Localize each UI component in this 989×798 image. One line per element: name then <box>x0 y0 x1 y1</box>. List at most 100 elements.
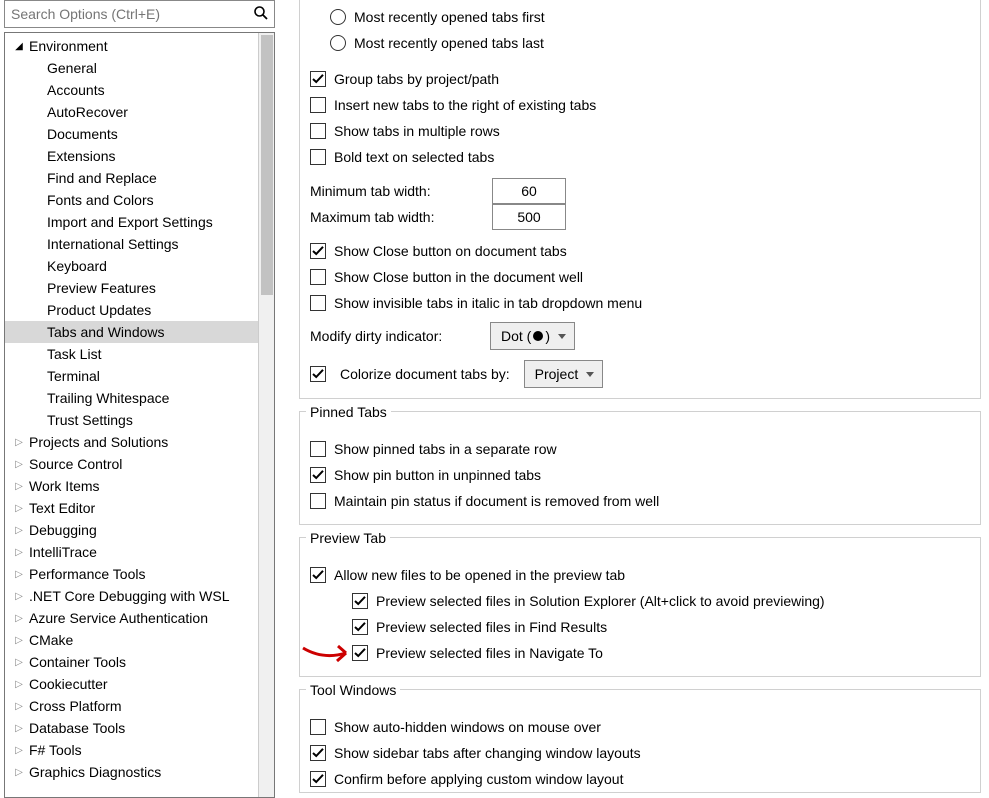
tree-item-label: Terminal <box>47 368 100 384</box>
chk-close-well[interactable] <box>310 269 326 285</box>
tree-item-terminal[interactable]: Terminal <box>5 365 258 387</box>
chk-maintain-pin[interactable] <box>310 493 326 509</box>
tree-item-trust-settings[interactable]: Trust Settings <box>5 409 258 431</box>
tree-item-trailing-whitespace[interactable]: Trailing Whitespace <box>5 387 258 409</box>
chk-bold-sel[interactable] <box>310 149 326 165</box>
tree-item-net-core-debugging-with-wsl[interactable]: ▷.NET Core Debugging with WSL <box>5 585 258 607</box>
tree-item-cmake[interactable]: ▷CMake <box>5 629 258 651</box>
tree-item-azure-service-authentication[interactable]: ▷Azure Service Authentication <box>5 607 258 629</box>
tree-item-cross-platform[interactable]: ▷Cross Platform <box>5 695 258 717</box>
tree-item-performance-tools[interactable]: ▷Performance Tools <box>5 563 258 585</box>
chevron-right-icon[interactable]: ▷ <box>13 745 25 756</box>
chk-close-doc[interactable] <box>310 243 326 259</box>
chk-pinned-separate[interactable] <box>310 441 326 457</box>
tree-item-import-and-export-settings[interactable]: Import and Export Settings <box>5 211 258 233</box>
tree-item-label: Graphics Diagnostics <box>29 764 161 780</box>
chk-invisible-italic[interactable] <box>310 295 326 311</box>
scroll-thumb[interactable] <box>261 35 273 295</box>
tree-item-graphics-diagnostics[interactable]: ▷ Graphics Diagnostics <box>5 761 258 783</box>
chevron-right-icon[interactable]: ▷ <box>13 613 25 624</box>
chevron-right-icon[interactable]: ▷ <box>13 591 25 602</box>
tree-item-label: Projects and Solutions <box>29 434 168 450</box>
chk-preview-find[interactable] <box>352 619 368 635</box>
options-tree: ◢EnvironmentGeneral Accounts AutoRecoverDo… <box>4 32 275 798</box>
chk-preview-sol[interactable] <box>352 593 368 609</box>
chevron-right-icon[interactable]: ▷ <box>13 657 25 668</box>
tree-item-f-tools[interactable]: ▷ F# Tools <box>5 739 258 761</box>
pinned-tabs-group: Pinned Tabs Show pinned tabs in a separa… <box>299 411 981 525</box>
chk-colorize[interactable] <box>310 366 326 382</box>
chevron-right-icon[interactable]: ▷ <box>13 547 25 558</box>
tree-item-preview-features[interactable]: Preview Features <box>5 277 258 299</box>
radio-tabs-last-label: Most recently opened tabs last <box>354 35 544 51</box>
search-input[interactable] <box>4 0 275 28</box>
chevron-right-icon[interactable]: ▷ <box>13 569 25 580</box>
tree-item-label: Debugging <box>29 522 97 538</box>
tree-item-international-settings[interactable]: International Settings <box>5 233 258 255</box>
document-tabs-group: Most recently opened tabs first Most rec… <box>299 0 981 399</box>
chk-auto-hidden[interactable] <box>310 719 326 735</box>
tree-item-autorecover[interactable]: AutoRecover <box>5 101 258 123</box>
chevron-right-icon[interactable]: ▷ <box>13 723 25 734</box>
dirty-indicator-label: Modify dirty indicator: <box>310 328 474 344</box>
chk-group-tabs[interactable] <box>310 71 326 87</box>
min-tab-width-input[interactable] <box>492 178 566 204</box>
tree-item-work-items[interactable]: ▷Work Items <box>5 475 258 497</box>
tree-item-task-list[interactable]: Task List <box>5 343 258 365</box>
dirty-indicator-select[interactable]: Dot () <box>490 322 575 350</box>
tree-item-fonts-and-colors[interactable]: Fonts and Colors <box>5 189 258 211</box>
chk-multi-rows-label: Show tabs in multiple rows <box>334 123 500 139</box>
chk-insert-right[interactable] <box>310 97 326 113</box>
tool-windows-group: Tool Windows Show auto-hidden windows on… <box>299 689 981 793</box>
chk-allow-preview[interactable] <box>310 567 326 583</box>
tree-item-label: Tabs and Windows <box>47 324 165 340</box>
tree-item-tabs-and-windows[interactable]: Tabs and Windows <box>5 321 258 343</box>
tree-item-intellitrace[interactable]: ▷ IntelliTrace <box>5 541 258 563</box>
chk-sidebar-tabs[interactable] <box>310 745 326 761</box>
chevron-right-icon[interactable]: ▷ <box>13 437 25 448</box>
tree-item-source-control[interactable]: ▷Source Control <box>5 453 258 475</box>
tree-scrollbar[interactable] <box>258 33 274 797</box>
colorize-select[interactable]: Project <box>524 360 604 388</box>
tree-item-keyboard[interactable]: Keyboard <box>5 255 258 277</box>
chevron-right-icon[interactable]: ▷ <box>13 503 25 514</box>
tree-item-projects-and-solutions[interactable]: ▷ Projects and Solutions <box>5 431 258 453</box>
tree-item-environment[interactable]: ◢Environment <box>5 35 258 57</box>
tree-item-debugging[interactable]: ▷ Debugging <box>5 519 258 541</box>
tree-item-label: IntelliTrace <box>29 544 97 560</box>
chk-confirm-layout[interactable] <box>310 771 326 787</box>
tree-item-database-tools[interactable]: ▷Database Tools <box>5 717 258 739</box>
tree-item-text-editor[interactable]: ▷Text Editor <box>5 497 258 519</box>
tree-item-label: Trust Settings <box>47 412 133 428</box>
max-tab-width-label: Maximum tab width: <box>310 209 474 225</box>
max-tab-width-input[interactable] <box>492 204 566 230</box>
tree-item-container-tools[interactable]: ▷Container Tools <box>5 651 258 673</box>
chk-pinned-separate-label: Show pinned tabs in a separate row <box>334 441 557 457</box>
chevron-right-icon[interactable]: ▷ <box>13 635 25 646</box>
chevron-right-icon[interactable]: ▷ <box>13 767 25 778</box>
chevron-down-icon[interactable]: ◢ <box>13 41 25 52</box>
chk-pin-unpinned[interactable] <box>310 467 326 483</box>
chk-sidebar-tabs-label: Show sidebar tabs after changing window … <box>334 745 641 761</box>
tree-item-accounts[interactable]: Accounts <box>5 79 258 101</box>
tree-item-label: Import and Export Settings <box>47 214 213 230</box>
chk-multi-rows[interactable] <box>310 123 326 139</box>
radio-tabs-first[interactable] <box>330 9 346 25</box>
chevron-right-icon[interactable]: ▷ <box>13 459 25 470</box>
chevron-right-icon[interactable]: ▷ <box>13 525 25 536</box>
chevron-right-icon[interactable]: ▷ <box>13 481 25 492</box>
radio-tabs-last[interactable] <box>330 35 346 51</box>
pinned-tabs-title: Pinned Tabs <box>306 404 391 420</box>
tree-item-documents[interactable]: Documents <box>5 123 258 145</box>
tree-item-product-updates[interactable]: Product Updates <box>5 299 258 321</box>
tree-item-label: F# Tools <box>29 742 82 758</box>
tree-item-label: Accounts <box>47 82 105 98</box>
chevron-right-icon[interactable]: ▷ <box>13 679 25 690</box>
tree-item-extensions[interactable]: Extensions <box>5 145 258 167</box>
tree-item-find-and-replace[interactable]: Find and Replace <box>5 167 258 189</box>
tree-item-cookiecutter[interactable]: ▷Cookiecutter <box>5 673 258 695</box>
chk-preview-nav[interactable] <box>352 645 368 661</box>
chk-allow-preview-label: Allow new files to be opened in the prev… <box>334 567 625 583</box>
tree-item-general[interactable]: General <box>5 57 258 79</box>
chevron-right-icon[interactable]: ▷ <box>13 701 25 712</box>
